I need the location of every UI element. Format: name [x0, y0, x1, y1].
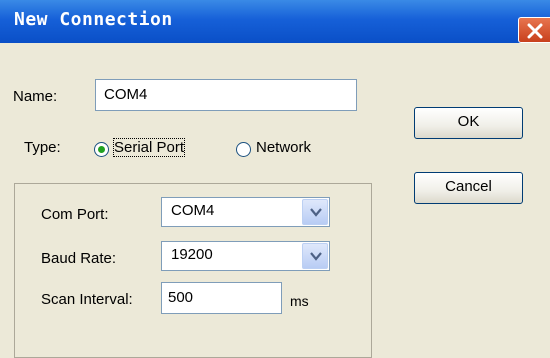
baud-rate-select[interactable]: 19200	[161, 241, 330, 271]
title-bar[interactable]: New Connection	[0, 0, 550, 43]
radio-selected-dot	[98, 146, 105, 153]
dialog-body: Name: COM4 Type: Serial Port Network Com…	[0, 43, 550, 358]
chevron-down-icon	[310, 208, 322, 217]
baud-rate-value: 19200	[171, 246, 213, 263]
radio-network-button[interactable]	[236, 142, 251, 157]
baud-rate-label: Baud Rate:	[41, 250, 117, 267]
window-title: New Connection	[14, 9, 173, 30]
scan-interval-label: Scan Interval:	[41, 291, 133, 308]
radio-serial-port-button[interactable]	[94, 142, 109, 157]
radio-network-label[interactable]: Network	[256, 139, 311, 156]
radio-serial-port-label[interactable]: Serial Port	[112, 138, 186, 157]
com-port-dropdown-button[interactable]	[302, 199, 328, 225]
com-port-select[interactable]: COM4	[161, 197, 330, 227]
name-field[interactable]: COM4	[95, 79, 357, 111]
close-icon	[527, 23, 543, 39]
name-label: Name:	[13, 88, 58, 105]
scan-interval-unit: ms	[290, 293, 309, 309]
cancel-button[interactable]: Cancel	[414, 172, 523, 204]
com-port-value: COM4	[171, 202, 215, 219]
scan-interval-field[interactable]: 500	[161, 282, 282, 314]
close-button[interactable]	[518, 17, 550, 43]
com-port-label: Com Port:	[41, 206, 109, 223]
type-label: Type:	[24, 139, 61, 156]
chevron-down-icon	[310, 252, 322, 261]
baud-rate-dropdown-button[interactable]	[302, 243, 328, 269]
ok-button[interactable]: OK	[414, 107, 523, 139]
